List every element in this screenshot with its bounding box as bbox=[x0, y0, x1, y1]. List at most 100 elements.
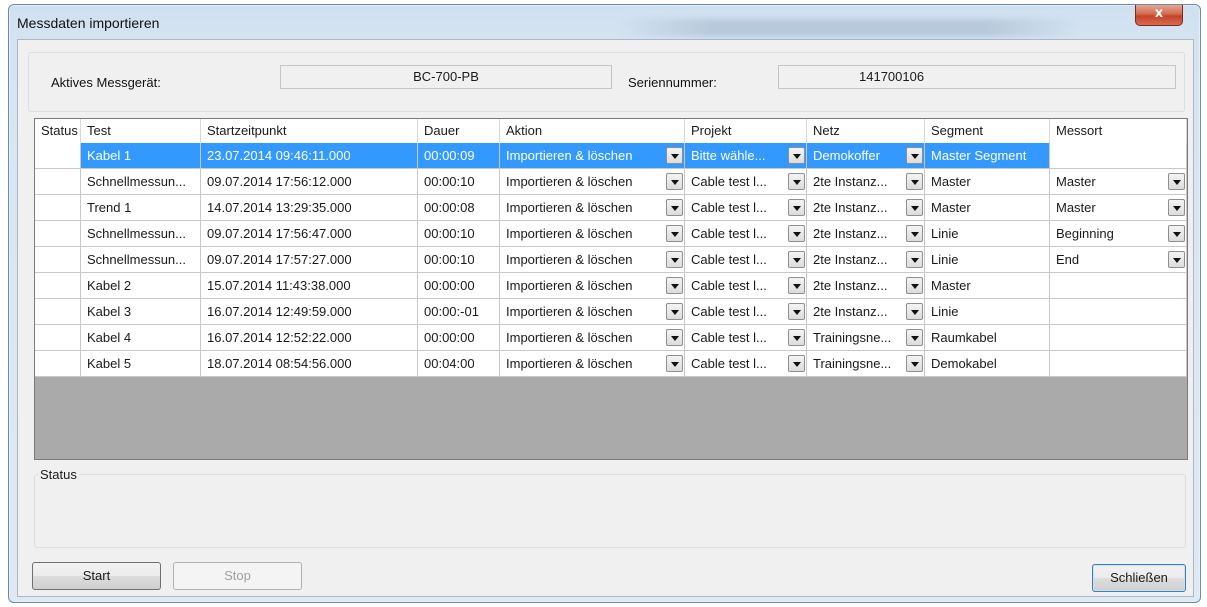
cell-segment: Master bbox=[925, 273, 1050, 298]
cell-messort[interactable]: End bbox=[1050, 247, 1187, 272]
column-header-messort[interactable]: Messort bbox=[1050, 119, 1187, 143]
column-header-test[interactable]: Test bbox=[81, 119, 201, 143]
cell-text-test: Kabel 1 bbox=[87, 148, 132, 163]
cell-aktion[interactable]: Importieren & löschen bbox=[500, 325, 685, 350]
dropdown-arrow-icon[interactable] bbox=[788, 251, 805, 268]
dropdown-arrow-icon[interactable] bbox=[1168, 251, 1185, 268]
start-button[interactable]: Start bbox=[32, 562, 161, 590]
cell-messort[interactable] bbox=[1050, 299, 1187, 324]
dropdown-arrow-icon[interactable] bbox=[666, 277, 683, 294]
dropdown-arrow-icon[interactable] bbox=[788, 173, 805, 190]
cell-aktion[interactable]: Importieren & löschen bbox=[500, 299, 685, 324]
cell-aktion[interactable]: Importieren & löschen bbox=[500, 273, 685, 298]
dropdown-arrow-icon[interactable] bbox=[666, 355, 683, 372]
cell-start: 23.07.2014 09:46:11.000 bbox=[201, 143, 418, 168]
cell-text-start: 09.07.2014 17:56:12.000 bbox=[207, 174, 352, 189]
cell-text-netz: 2te Instanz... bbox=[813, 278, 888, 293]
dropdown-arrow-icon[interactable] bbox=[906, 147, 923, 164]
cell-dauer: 00:00:10 bbox=[418, 247, 500, 272]
stop-button[interactable]: Stop bbox=[173, 562, 302, 590]
table-row[interactable]: Schnellmessun... 09.07.2014 17:56:47.000 0… bbox=[35, 221, 1187, 247]
cell-messort[interactable]: Master bbox=[1050, 195, 1187, 220]
cell-start: 16.07.2014 12:49:59.000 bbox=[201, 299, 418, 324]
cell-text-segment: Master bbox=[931, 278, 971, 293]
cell-aktion[interactable]: Importieren & löschen bbox=[500, 143, 685, 168]
dropdown-arrow-icon[interactable] bbox=[906, 199, 923, 216]
table-row[interactable]: Kabel 5 18.07.2014 08:54:56.000 00:04:00 Im… bbox=[35, 351, 1187, 377]
table-row[interactable]: Schnellmessun... 09.07.2014 17:56:12.000 0… bbox=[35, 169, 1187, 195]
cell-text-start: 16.07.2014 12:49:59.000 bbox=[207, 304, 352, 319]
cell-text-segment: Master bbox=[931, 200, 971, 215]
cell-aktion[interactable]: Importieren & löschen bbox=[500, 169, 685, 194]
cell-start: 09.07.2014 17:56:47.000 bbox=[201, 221, 418, 246]
column-header-netz[interactable]: Netz bbox=[807, 119, 925, 143]
cell-text-messort: End bbox=[1056, 252, 1080, 267]
title-bar: Messdaten importieren x bbox=[9, 5, 1200, 39]
close-button[interactable]: Schließen bbox=[1092, 564, 1186, 592]
cell-messort[interactable]: Master bbox=[1050, 169, 1187, 194]
measurement-table[interactable]: Status Test Startzeitpunkt Dauer Aktion Proje… bbox=[34, 118, 1188, 460]
cell-text-test: Kabel 4 bbox=[87, 330, 132, 345]
dropdown-arrow-icon[interactable] bbox=[788, 225, 805, 242]
cell-messort[interactable] bbox=[1050, 273, 1187, 298]
table-row[interactable]: Kabel 1 23.07.2014 09:46:11.000 00:00:09 Im… bbox=[35, 143, 1187, 169]
cell-dauer: 00:00:10 bbox=[418, 169, 500, 194]
dropdown-arrow-icon[interactable] bbox=[788, 277, 805, 294]
cell-aktion[interactable]: Importieren & löschen bbox=[500, 247, 685, 272]
cell-aktion[interactable]: Importieren & löschen bbox=[500, 351, 685, 376]
dropdown-arrow-icon[interactable] bbox=[666, 225, 683, 242]
dropdown-arrow-icon[interactable] bbox=[788, 303, 805, 320]
dropdown-arrow-icon[interactable] bbox=[906, 329, 923, 346]
cell-segment: Linie bbox=[925, 299, 1050, 324]
cell-messort[interactable]: Beginning bbox=[1050, 221, 1187, 246]
cell-messort[interactable] bbox=[1050, 351, 1187, 376]
dropdown-arrow-icon[interactable] bbox=[788, 199, 805, 216]
dropdown-arrow-icon[interactable] bbox=[666, 199, 683, 216]
column-header-status[interactable]: Status bbox=[35, 119, 81, 143]
cell-dauer: 00:00:09 bbox=[418, 143, 500, 168]
column-header-segment[interactable]: Segment bbox=[925, 119, 1050, 143]
column-header-dauer[interactable]: Dauer bbox=[418, 119, 500, 143]
cell-aktion[interactable]: Importieren & löschen bbox=[500, 221, 685, 246]
dropdown-arrow-icon[interactable] bbox=[666, 329, 683, 346]
dropdown-arrow-icon[interactable] bbox=[666, 173, 683, 190]
dropdown-arrow-icon[interactable] bbox=[788, 355, 805, 372]
dropdown-arrow-icon[interactable] bbox=[666, 147, 683, 164]
cell-text-test: Schnellmessun... bbox=[87, 174, 186, 189]
column-header-start[interactable]: Startzeitpunkt bbox=[201, 119, 418, 143]
cell-text-aktion: Importieren & löschen bbox=[506, 304, 633, 319]
cell-text-netz: Trainingsne... bbox=[813, 330, 892, 345]
column-header-projekt[interactable]: Projekt bbox=[685, 119, 807, 143]
table-row[interactable]: Kabel 2 15.07.2014 11:43:38.000 00:00:00 Im… bbox=[35, 273, 1187, 299]
cell-text-test: Schnellmessun... bbox=[87, 252, 186, 267]
dropdown-arrow-icon[interactable] bbox=[788, 329, 805, 346]
column-header-aktion[interactable]: Aktion bbox=[500, 119, 685, 143]
cell-messort[interactable] bbox=[1050, 143, 1187, 168]
table-row[interactable]: Trend 1 14.07.2014 13:29:35.000 00:00:08 Im… bbox=[35, 195, 1187, 221]
cell-text-aktion: Importieren & löschen bbox=[506, 252, 633, 267]
table-row[interactable]: Schnellmessun... 09.07.2014 17:57:27.000 0… bbox=[35, 247, 1187, 273]
cell-messort[interactable] bbox=[1050, 325, 1187, 350]
dropdown-arrow-icon[interactable] bbox=[906, 225, 923, 242]
table-row[interactable]: Kabel 4 16.07.2014 12:52:22.000 00:00:00 Im… bbox=[35, 325, 1187, 351]
dropdown-arrow-icon[interactable] bbox=[666, 303, 683, 320]
dropdown-arrow-icon[interactable] bbox=[1168, 173, 1185, 190]
dropdown-arrow-icon[interactable] bbox=[1168, 199, 1185, 216]
cell-text-start: 18.07.2014 08:54:56.000 bbox=[207, 356, 352, 371]
cell-status bbox=[35, 325, 81, 350]
dropdown-arrow-icon[interactable] bbox=[906, 355, 923, 372]
cell-text-messort: Master bbox=[1056, 200, 1096, 215]
dropdown-arrow-icon[interactable] bbox=[1168, 225, 1185, 242]
dropdown-arrow-icon[interactable] bbox=[906, 303, 923, 320]
dropdown-arrow-icon[interactable] bbox=[906, 277, 923, 294]
dropdown-arrow-icon[interactable] bbox=[788, 147, 805, 164]
cell-text-test: Trend 1 bbox=[87, 200, 132, 215]
cell-text-netz: 2te Instanz... bbox=[813, 174, 888, 189]
close-window-button[interactable]: x bbox=[1135, 5, 1183, 26]
cell-aktion[interactable]: Importieren & löschen bbox=[500, 195, 685, 220]
table-row[interactable]: Kabel 3 16.07.2014 12:49:59.000 00:00:-01 I… bbox=[35, 299, 1187, 325]
dropdown-arrow-icon[interactable] bbox=[666, 251, 683, 268]
dropdown-arrow-icon[interactable] bbox=[906, 251, 923, 268]
dropdown-arrow-icon[interactable] bbox=[906, 173, 923, 190]
dialog-body: Aktives Messgerät: BC-700-PB Seriennumme… bbox=[17, 39, 1194, 597]
